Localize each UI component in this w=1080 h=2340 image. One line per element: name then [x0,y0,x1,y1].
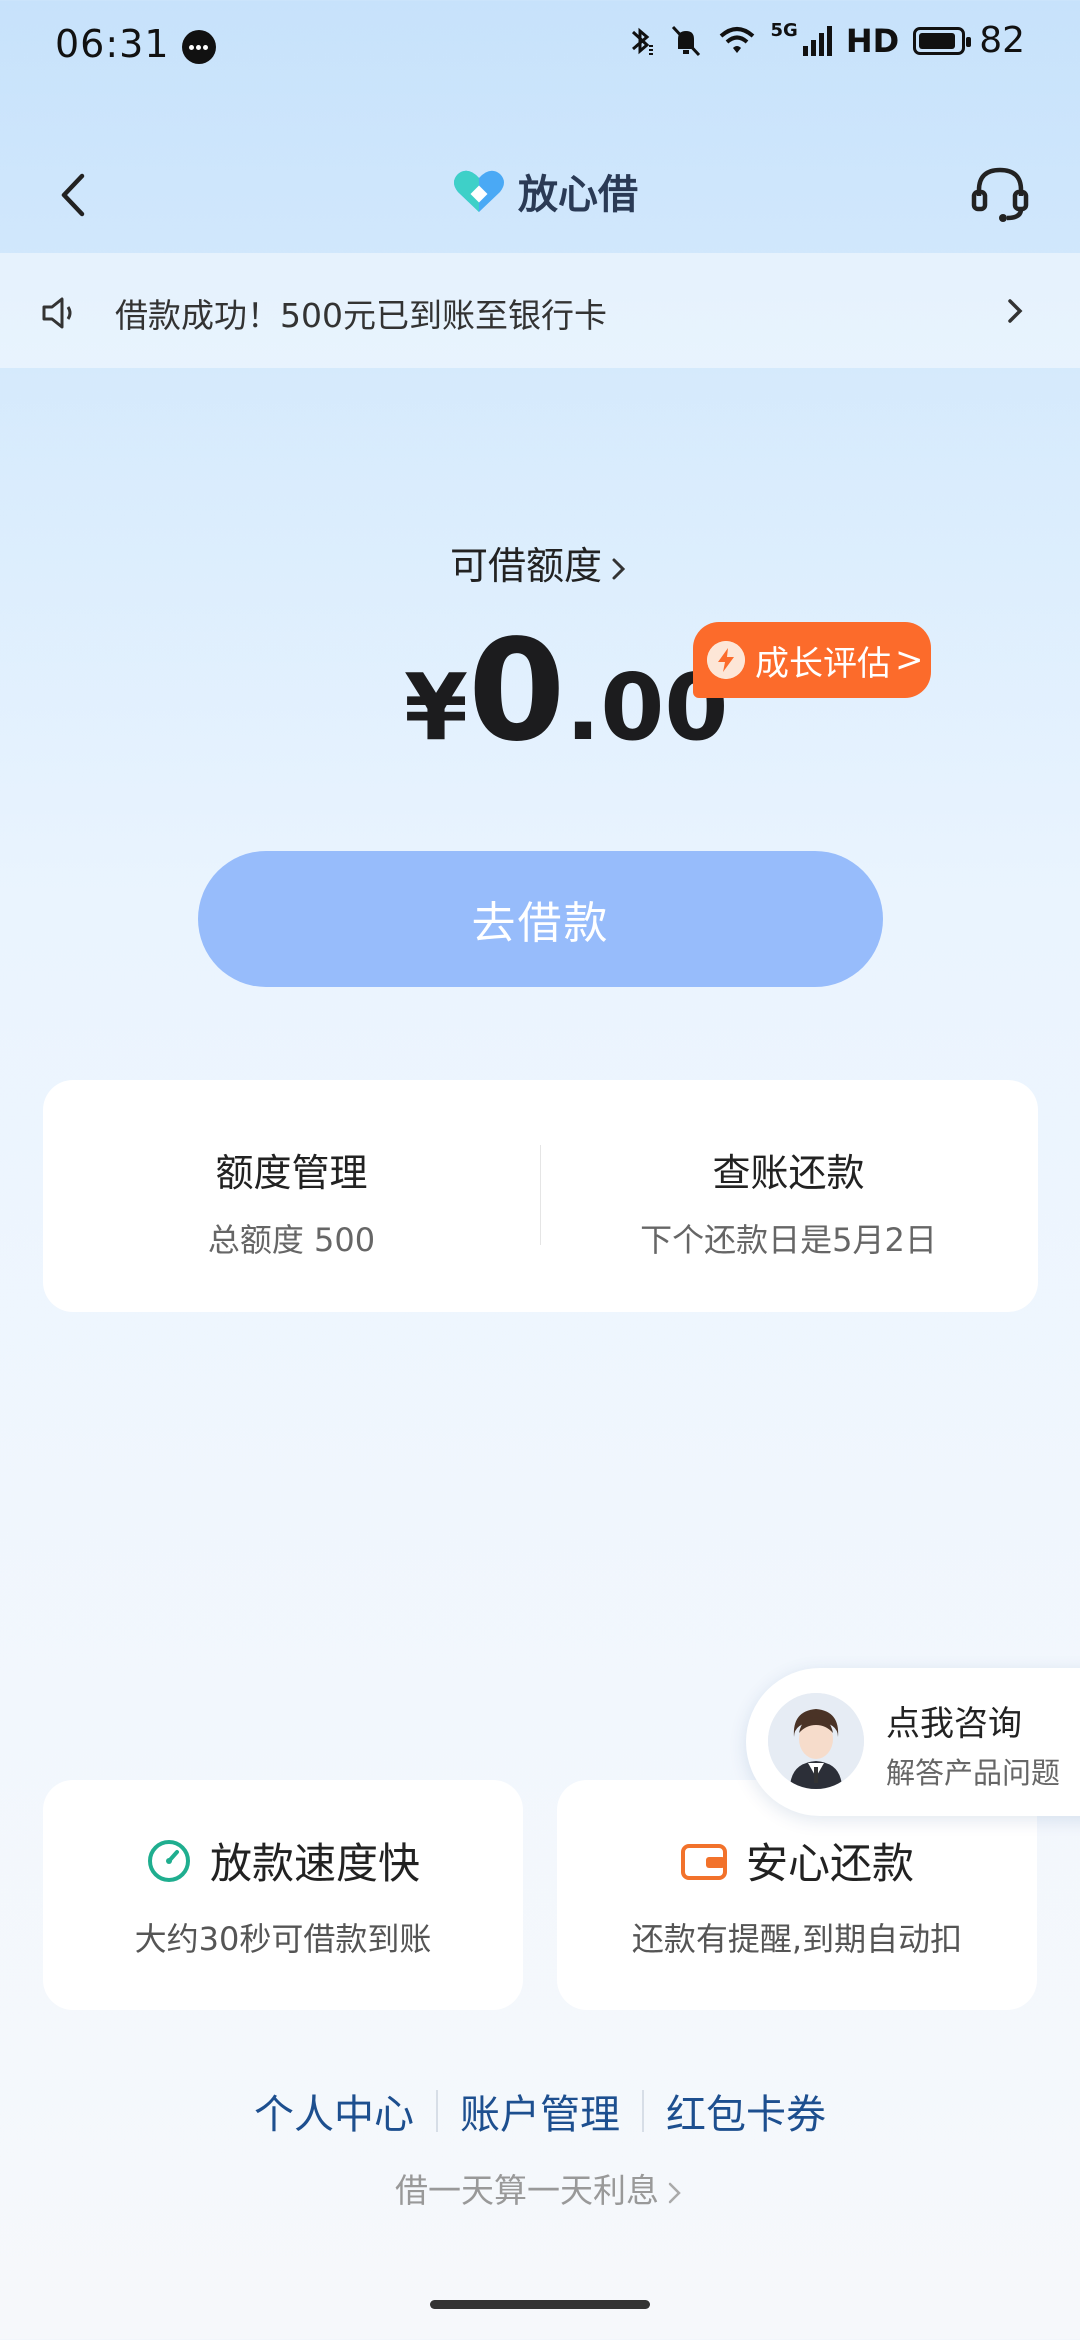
chevron-right-icon [612,558,626,579]
back-arrow-icon[interactable] [40,160,110,230]
currency-symbol: ¥ [404,654,469,761]
credit-label-text: 可借额度 [449,544,602,588]
notice-bar[interactable]: 借款成功！500元已到账至银行卡 [0,253,1080,368]
consult-subtitle: 解答产品问题 [886,1756,1061,1790]
speaker-icon [42,297,72,329]
borrow-button[interactable]: 去借款 [198,851,883,987]
quota-management-card: 额度管理 总额度 500 查账还款 下个还款日是5月2日 [43,1080,1038,1312]
link-account-management[interactable]: 账户管理 [438,2082,642,2140]
wallet-icon [680,1843,727,1880]
wifi-icon [719,26,754,53]
growth-badge-chevron: > [895,640,924,680]
bill-repayment-title: 查账还款 [712,1151,865,1195]
hd-indicator: HD [845,21,900,60]
home-indicator[interactable] [430,2300,650,2309]
status-icons: 5G HD 82 [627,20,1025,61]
status-time: 06:31 [55,22,170,66]
notice-text: 借款成功！500元已到账至银行卡 [115,296,607,335]
bluetooth-icon [631,27,653,55]
headset-icon[interactable] [965,158,1035,228]
speed-gauge-icon [147,1839,190,1882]
link-coupons[interactable]: 红包卡券 [644,2082,848,2140]
app-title: 放心借 [518,172,638,218]
quota-management[interactable]: 额度管理 总额度 500 [43,1080,540,1312]
network-type: 5G [770,20,798,41]
quota-management-title: 额度管理 [215,1151,368,1195]
bottom-links: 个人中心 账户管理 红包卡券 [0,2082,1080,2140]
credit-amount: ¥ 0 .00 [404,610,728,773]
credit-label[interactable]: 可借额度 [0,535,1080,590]
total-quota: 总额度 500 [207,1221,376,1259]
interest-note[interactable]: 借一天算一天利息 [0,2164,1080,2212]
next-repayment-date: 下个还款日是5月2日 [640,1221,937,1259]
signal-icon [802,25,832,56]
amount-integer: 0 [468,610,566,773]
avatar [768,1693,864,1789]
app-logo: 放心借 [450,162,638,220]
feature-title: 放款速度快 [209,1839,420,1888]
link-personal-center[interactable]: 个人中心 [232,2082,436,2140]
chevron-right-icon [668,2182,681,2203]
consult-bubble[interactable]: 点我咨询 解答产品问题 [746,1668,1080,1816]
interest-note-text: 借一天算一天利息 [395,2171,659,2210]
status-bar: 06:31 5G HD 82 [0,0,1080,95]
growth-assessment-badge[interactable]: 成长评估 > [693,622,931,698]
message-icon [182,30,216,64]
mute-icon [671,25,700,56]
battery-level: 82 [979,20,1025,61]
app-header: 放心借 [0,140,1080,250]
chevron-right-icon [1008,299,1023,323]
feature-card-fast-loan: 放款速度快 大约30秒可借款到账 [43,1780,523,2010]
bill-repayment[interactable]: 查账还款 下个还款日是5月2日 [540,1080,1037,1312]
heart-logo-icon [454,170,504,212]
growth-badge-label: 成长评估 [755,643,891,684]
consult-title: 点我咨询 [886,1704,1022,1744]
feature-description: 大约30秒可借款到账 [134,1920,432,1958]
lightning-icon [707,641,745,679]
feature-title: 安心还款 [745,1839,914,1888]
feature-description: 还款有提醒,到期自动扣 [631,1920,963,1958]
battery-icon [913,26,972,55]
